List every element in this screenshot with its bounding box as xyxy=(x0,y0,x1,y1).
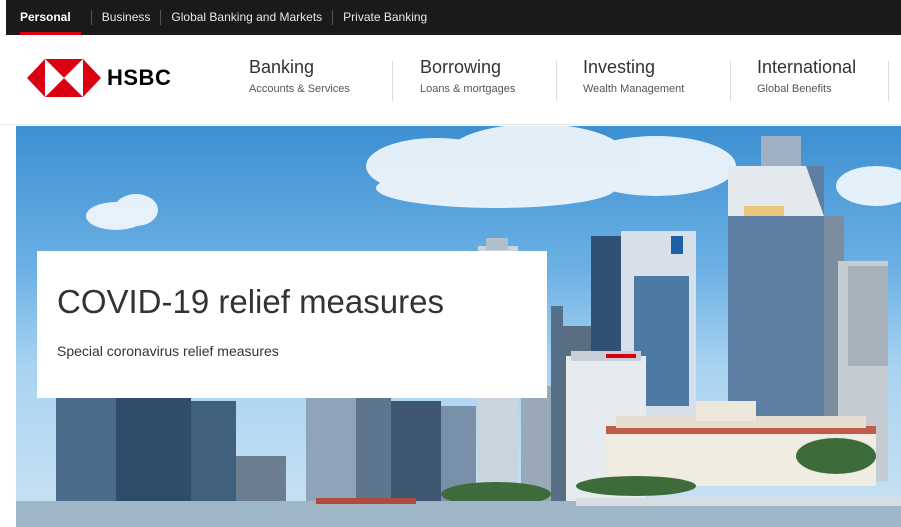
nav-divider xyxy=(556,61,557,101)
hsbc-logo-link[interactable]: HSBC xyxy=(27,57,177,99)
segment-bar-inner: Personal Business Global Banking and Mar… xyxy=(6,0,901,35)
nav-banking-title: Banking xyxy=(249,57,315,77)
nav-international[interactable]: International Global Benefits xyxy=(757,57,856,95)
nav-banking-sub: Accounts & Services xyxy=(249,83,350,95)
segment-bar: Personal Business Global Banking and Mar… xyxy=(0,0,901,35)
hsbc-hexagon-logo-icon xyxy=(27,59,101,97)
nav-borrowing-sub: Loans & mortgages xyxy=(420,83,516,95)
nav-divider xyxy=(392,61,393,101)
nav-borrowing-title: Borrowing xyxy=(420,57,502,77)
nav-investing-title: Investing xyxy=(583,57,656,77)
segment-personal-wrap: Personal xyxy=(20,0,91,35)
main-header: HSBC Banking Accounts & Services Borrowi… xyxy=(0,35,901,125)
hero-title: COVID-19 relief measures xyxy=(57,283,444,320)
nav-investing-sub: Wealth Management xyxy=(583,83,685,95)
nav-borrowing[interactable]: Borrowing Loans & mortgages xyxy=(420,57,515,95)
nav-divider xyxy=(888,61,889,101)
nav-international-title: International xyxy=(757,57,857,77)
segment-global-banking[interactable]: Global Banking and Markets xyxy=(160,10,332,25)
nav-investing[interactable]: Investing Wealth Management xyxy=(583,57,684,95)
hero-subtitle: Special coronavirus relief measures xyxy=(57,343,279,359)
nav-divider xyxy=(730,61,731,101)
nav-banking[interactable]: Banking Accounts & Services xyxy=(249,57,350,95)
segment-business[interactable]: Business xyxy=(90,10,161,25)
segment-personal[interactable]: Personal xyxy=(20,10,81,25)
hero-promo-card[interactable]: COVID-19 relief measures Special coronav… xyxy=(37,251,547,398)
segment-private-banking[interactable]: Private Banking xyxy=(332,10,437,25)
brand-name: HSBC xyxy=(107,65,172,90)
nav-international-sub: Global Benefits xyxy=(757,83,832,95)
